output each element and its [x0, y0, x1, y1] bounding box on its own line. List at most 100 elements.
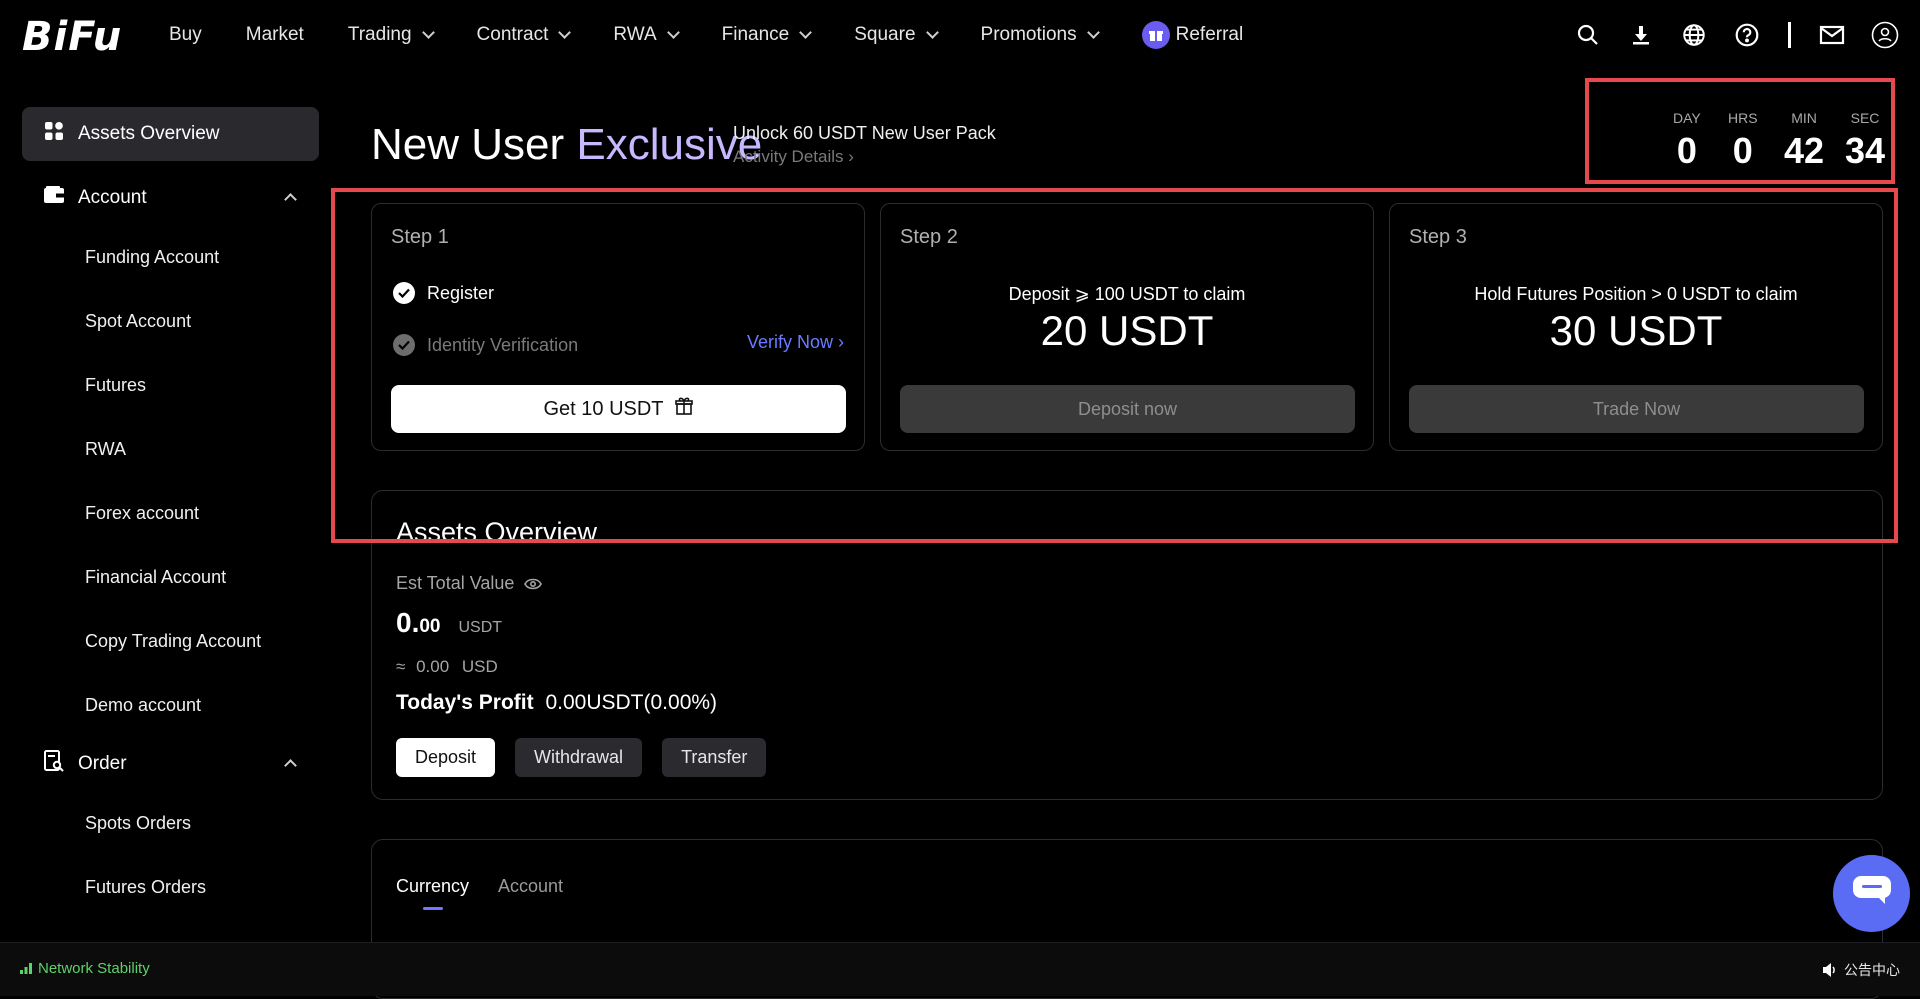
- sidebar-item-futures-orders[interactable]: Futures Orders: [22, 855, 319, 919]
- promo-title: New User Exclusive: [371, 120, 762, 170]
- deposit-now-button[interactable]: Deposit now: [900, 385, 1355, 433]
- asset-actions: Deposit Withdrawal Transfer: [396, 738, 786, 777]
- sidebar-group-order[interactable]: Order: [22, 737, 319, 791]
- sidebar-item-rwa[interactable]: RWA: [22, 417, 319, 481]
- user-icon[interactable]: [1868, 18, 1902, 52]
- verify-now-link[interactable]: Verify Now ›: [747, 332, 844, 353]
- transfer-button[interactable]: Transfer: [662, 738, 767, 777]
- check-circle-icon: [393, 282, 415, 304]
- nav-trading[interactable]: Trading: [347, 24, 435, 46]
- nav-square[interactable]: Square: [854, 24, 939, 46]
- bifu-logo[interactable]: BiFu: [22, 14, 122, 60]
- sidebar-item-spots-orders[interactable]: Spots Orders: [22, 791, 319, 855]
- total-dec: 00: [419, 616, 441, 637]
- signal-icon: [20, 963, 32, 974]
- announcement-center-label: 公告中心: [1844, 962, 1900, 978]
- identity-row: Identity Verification: [393, 334, 578, 356]
- profit-label: Today's Profit: [396, 691, 534, 714]
- countdown-day: DAY 0: [1673, 110, 1701, 172]
- network-status: Network Stability: [20, 960, 150, 977]
- nav-trading-label: Trading: [347, 24, 412, 45]
- total-value: 0. 00 USDT: [396, 607, 502, 639]
- countdown-day-value: 0: [1676, 130, 1697, 171]
- step-1-card: Step 1 Register Identity Verification Ve…: [371, 203, 865, 451]
- support-chat-button[interactable]: [1833, 855, 1910, 932]
- mail-icon[interactable]: [1815, 18, 1849, 52]
- sidebar-item-spot-account[interactable]: Spot Account: [22, 289, 319, 353]
- activity-details-label: Activity Details: [733, 147, 844, 166]
- trade-now-button[interactable]: Trade Now: [1409, 385, 1864, 433]
- get-usdt-label: Get 10 USDT: [543, 397, 664, 420]
- nav-promotions-label: Promotions: [980, 24, 1077, 45]
- nav-finance[interactable]: Finance: [721, 24, 813, 46]
- network-status-label: Network Stability: [38, 960, 150, 977]
- nav-contract-label: Contract: [476, 24, 549, 45]
- step-2-claim-text: Deposit ⩾ 100 USDT to claim: [1008, 284, 1246, 304]
- wallet-icon: [44, 186, 64, 210]
- sidebar-item-financial-account[interactable]: Financial Account: [22, 545, 319, 609]
- countdown-min-value: 42: [1784, 130, 1825, 171]
- assets-overview-panel: Assets Overview Est Total Value 0. 00 USD…: [371, 490, 1883, 800]
- countdown-sec-value: 34: [1845, 130, 1886, 171]
- activity-details-link[interactable]: Activity Details ›: [733, 147, 854, 167]
- chevron-down-icon: [925, 26, 939, 39]
- countdown-timer: DAY 0 HRS 0 MIN 42 SEC 34: [1585, 78, 1895, 184]
- tab-active-indicator: [423, 907, 443, 910]
- step-2-reward: 20 USDT: [1040, 307, 1214, 354]
- countdown-sec-label: SEC: [1850, 110, 1880, 126]
- tab-account[interactable]: Account: [498, 876, 563, 897]
- nav-finance-label: Finance: [721, 24, 790, 45]
- nav-promotions[interactable]: Promotions: [980, 24, 1100, 46]
- sidebar-item-copy-trading-account[interactable]: Copy Trading Account: [22, 609, 319, 673]
- step-3-claim-text: Hold Futures Position > 0 USDT to claim: [1474, 284, 1798, 304]
- nav-buy-label: Buy: [169, 24, 202, 45]
- download-icon[interactable]: [1624, 18, 1658, 52]
- sidebar-item-forex-account[interactable]: Forex account: [22, 481, 319, 545]
- nav-market[interactable]: Market: [246, 24, 304, 46]
- verify-now-label: Verify Now: [746, 332, 833, 352]
- countdown-day-label: DAY: [1673, 110, 1701, 126]
- globe-icon[interactable]: [1677, 18, 1711, 52]
- nav-contract[interactable]: Contract: [476, 24, 572, 46]
- countdown-sec: SEC 34: [1845, 110, 1885, 172]
- sidebar-item-assets-overview[interactable]: Assets Overview: [22, 107, 319, 161]
- nav-referral[interactable]: Referral: [1141, 21, 1243, 49]
- sidebar-group-label: Account: [78, 187, 147, 208]
- step-1-title: Step 1: [391, 226, 449, 248]
- countdown-hrs-value: 0: [1732, 130, 1753, 171]
- help-icon[interactable]: [1730, 18, 1764, 52]
- countdown-min: MIN 42: [1784, 110, 1824, 172]
- get-10-usdt-button[interactable]: Get 10 USDT: [391, 385, 846, 433]
- sidebar-group-account[interactable]: Account: [22, 171, 319, 225]
- step-3-title: Step 3: [1409, 226, 1467, 248]
- countdown-min-label: MIN: [1791, 110, 1817, 126]
- withdrawal-button[interactable]: Withdrawal: [515, 738, 643, 777]
- approx-unit: USD: [461, 657, 498, 676]
- chat-icon: [1852, 876, 1891, 911]
- dashboard-icon: [44, 121, 64, 147]
- step-3-reward: 30 USDT: [1549, 307, 1723, 354]
- approx-symbol: ≈: [396, 657, 406, 676]
- countdown-hrs-label: HRS: [1728, 110, 1758, 126]
- promo-subtitle: Unlock 60 USDT New User Pack: [733, 123, 996, 143]
- step-2-title: Step 2: [900, 226, 958, 248]
- sidebar-item-demo-account[interactable]: Demo account: [22, 673, 319, 737]
- nav-square-label: Square: [854, 24, 916, 45]
- deposit-button[interactable]: Deposit: [396, 738, 496, 777]
- sidebar-item-funding-account[interactable]: Funding Account: [22, 225, 319, 289]
- chevron-right-icon: ›: [838, 332, 844, 352]
- gift-icon: [674, 396, 694, 422]
- assets-overview-title: Assets Overview: [396, 517, 598, 547]
- eye-icon[interactable]: [524, 578, 543, 590]
- tab-currency[interactable]: Currency: [396, 876, 469, 897]
- sidebar-item-futures[interactable]: Futures: [22, 353, 319, 417]
- search-icon[interactable]: [1571, 18, 1605, 52]
- nav-rwa[interactable]: RWA: [613, 24, 680, 46]
- register-label: Register: [427, 282, 495, 303]
- approx-value: 0.00: [416, 657, 450, 676]
- announcement-center[interactable]: 公告中心: [1822, 960, 1900, 980]
- chevron-down-icon: [558, 26, 572, 39]
- profit-value: 0.00USDT(0.00%): [545, 691, 718, 714]
- chevron-down-icon: [421, 26, 435, 39]
- nav-buy[interactable]: Buy: [169, 24, 202, 46]
